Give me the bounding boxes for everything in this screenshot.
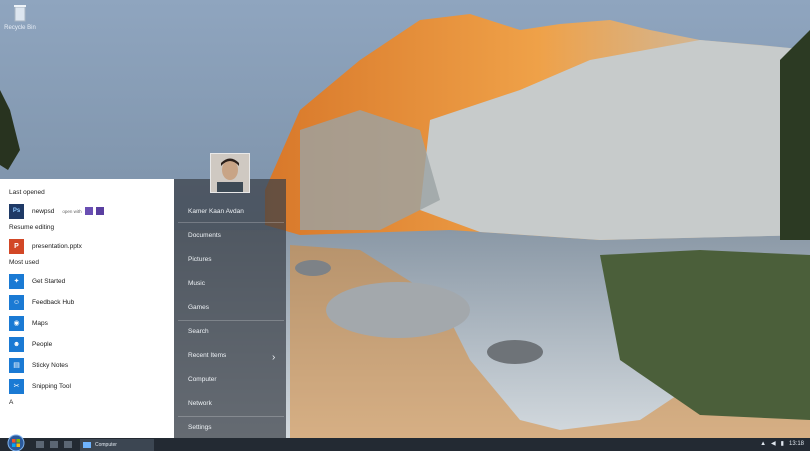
resume-editing-item[interactable]: P presentation.pptx: [9, 238, 174, 254]
people-icon: ☻: [9, 336, 24, 352]
last-opened-file: newpsd: [32, 207, 55, 215]
taskbar-app-label: Computer: [95, 442, 117, 448]
start-menu-left-pane: Last opened Ps newpsd open with Resume e…: [0, 179, 174, 438]
maps-icon: ◉: [9, 315, 24, 331]
network-link[interactable]: Network: [188, 400, 212, 407]
most-used-item[interactable]: ☺ Feedback Hub: [9, 294, 174, 310]
recent-items-link[interactable]: Recent Items: [188, 352, 226, 359]
divider: [178, 320, 284, 321]
open-with-app-icon[interactable]: [95, 207, 104, 215]
alpha-section-header[interactable]: A: [9, 399, 174, 406]
most-used-item[interactable]: ✂ Snipping Tool: [9, 378, 174, 394]
chevron-right-icon: ›: [272, 352, 276, 363]
taskbar-pinned-icon[interactable]: [36, 441, 44, 448]
user-name-link[interactable]: Kamer Kaan Avdan: [188, 208, 244, 215]
most-used-label: People: [32, 340, 53, 348]
search-link[interactable]: Search: [188, 328, 209, 335]
windows-start-icon[interactable]: [6, 434, 26, 451]
divider: [178, 222, 284, 223]
most-used-item[interactable]: ☻ People: [9, 336, 174, 352]
divider: [178, 416, 284, 417]
resume-editing-file: presentation.pptx: [32, 242, 82, 250]
battery-icon[interactable]: ▮: [781, 440, 784, 447]
games-link[interactable]: Games: [188, 304, 209, 311]
recycle-bin-label: Recycle Bin: [4, 25, 36, 31]
documents-link[interactable]: Documents: [188, 232, 221, 239]
most-used-item[interactable]: ✦ Get Started: [9, 273, 174, 289]
most-used-label: Get Started: [32, 277, 66, 285]
volume-icon[interactable]: ◀: [771, 440, 776, 447]
settings-link[interactable]: Settings: [188, 424, 212, 431]
open-with-app-icon[interactable]: [84, 207, 93, 215]
music-link[interactable]: Music: [188, 280, 205, 287]
photoshop-icon: Ps: [9, 203, 24, 219]
most-used-item[interactable]: ▤ Sticky Notes: [9, 357, 174, 373]
user-avatar[interactable]: [210, 153, 250, 193]
recycle-bin[interactable]: Recycle Bin: [2, 4, 38, 31]
pictures-link[interactable]: Pictures: [188, 256, 211, 263]
network-icon[interactable]: ▲: [760, 441, 766, 447]
most-used-label: Snipping Tool: [32, 382, 71, 390]
system-tray: ▲ ◀ ▮ 13:18: [760, 440, 804, 448]
taskbar-app-computer[interactable]: Computer: [80, 439, 154, 451]
user-photo: [211, 154, 249, 192]
most-used-item[interactable]: ◉ Maps: [9, 315, 174, 331]
most-used-label: Feedback Hub: [32, 298, 75, 306]
clock[interactable]: 13:18: [789, 441, 804, 447]
feedback-icon: ☺: [9, 294, 24, 310]
recycle-bin-icon: [14, 5, 26, 22]
resume-editing-heading: Resume editing: [9, 224, 55, 231]
most-used-label: Maps: [32, 319, 48, 327]
sticky-notes-icon: ▤: [9, 357, 24, 373]
last-opened-item[interactable]: Ps newpsd open with: [9, 203, 174, 219]
scissors-icon: ✂: [9, 378, 24, 394]
most-used-heading: Most used: [9, 259, 39, 266]
computer-link[interactable]: Computer: [188, 376, 217, 383]
lightbulb-icon: ✦: [9, 273, 24, 289]
open-with-label: open with: [62, 208, 82, 214]
last-opened-heading: Last opened: [9, 189, 45, 196]
taskbar-pinned-icon[interactable]: [50, 441, 58, 448]
most-used-label: Sticky Notes: [32, 361, 69, 369]
taskbar-pinned-icon[interactable]: [64, 441, 72, 448]
powerpoint-icon: P: [9, 238, 24, 254]
computer-icon: [83, 442, 91, 448]
